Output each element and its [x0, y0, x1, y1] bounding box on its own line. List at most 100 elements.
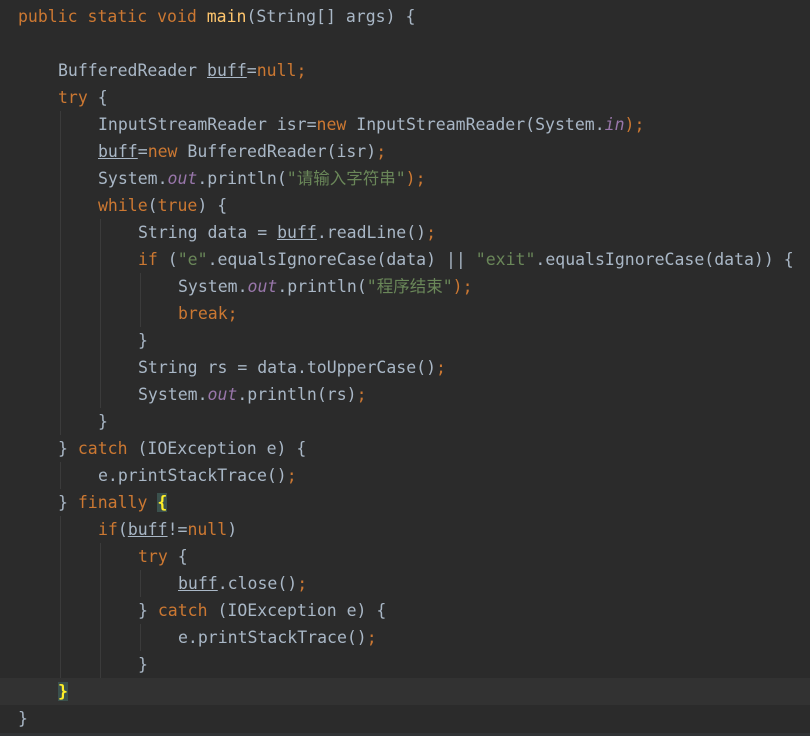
indent-guide: [60, 300, 61, 327]
code-line[interactable]: }: [0, 327, 810, 354]
code-line[interactable]: System.out.println("请输入字符串");: [0, 165, 810, 192]
code-token: out: [247, 277, 278, 296]
code-line[interactable]: } finally {: [0, 489, 810, 516]
code-line[interactable]: while(true) {: [0, 192, 810, 219]
code-text: if ("e".equalsIgnoreCase(data) || "exit"…: [138, 246, 794, 273]
indent-guide: [60, 570, 61, 597]
indent-guide: [60, 246, 61, 273]
code-editor[interactable]: public static void main(String[] args) {…: [0, 0, 810, 736]
indent-guide: [60, 624, 61, 651]
code-token: buff: [127, 520, 168, 539]
code-text: try {: [138, 543, 188, 570]
code-token: in: [604, 115, 625, 134]
code-line[interactable]: }: [0, 678, 810, 705]
code-text: }: [18, 705, 28, 732]
code-token: .equalsIgnoreCase(data) ||: [207, 250, 476, 269]
code-text: buff=new BufferedReader(isr);: [98, 138, 386, 165]
code-text: System.out.println("程序结束");: [178, 273, 473, 300]
code-token: e.printStackTrace(): [98, 466, 287, 485]
indent-guide: [60, 408, 61, 435]
code-token: }: [58, 439, 78, 458]
code-text: System.out.println(rs);: [138, 381, 367, 408]
code-line[interactable]: InputStreamReader isr=new InputStreamRea…: [0, 111, 810, 138]
code-token: "程序结束": [366, 277, 453, 296]
code-token: main: [206, 7, 247, 26]
code-line[interactable]: BufferedReader buff=null;: [0, 57, 810, 84]
indent-guide: [100, 543, 101, 570]
code-text: }: [58, 678, 68, 705]
code-text: e.printStackTrace();: [178, 624, 377, 651]
code-token: String rs = data.toUpperCase(): [138, 358, 437, 377]
code-text: try {: [58, 84, 108, 111]
code-text: }: [138, 651, 148, 678]
code-line[interactable]: public static void main(String[] args) {: [0, 3, 810, 30]
code-line[interactable]: } catch (IOException e) {: [0, 435, 810, 462]
code-token: );: [624, 115, 645, 134]
indent-guide: [60, 354, 61, 381]
code-line[interactable]: if(buff!=null): [0, 516, 810, 543]
code-line[interactable]: }: [0, 705, 810, 732]
code-token: if: [98, 520, 118, 539]
code-text: }: [98, 408, 108, 435]
code-token: try: [138, 547, 168, 566]
code-token: (IOException e) {: [127, 439, 307, 458]
code-token: =: [137, 142, 148, 161]
indent-guide: [100, 597, 101, 624]
indent-guide: [100, 651, 101, 678]
indent-guide: [60, 543, 61, 570]
indent-guide: [60, 165, 61, 192]
code-line[interactable]: System.out.println(rs);: [0, 381, 810, 408]
indent-guide: [140, 300, 141, 327]
code-line[interactable]: [0, 30, 810, 57]
code-token: .close(): [217, 574, 298, 593]
code-line[interactable]: break;: [0, 300, 810, 327]
code-text: System.out.println("请输入字符串");: [98, 165, 426, 192]
code-token: catch: [157, 601, 208, 620]
code-text: String rs = data.toUpperCase();: [138, 354, 446, 381]
code-token: break: [178, 304, 228, 323]
indent-guide: [100, 219, 101, 246]
code-token: if: [138, 250, 158, 269]
indent-guide: [60, 516, 61, 543]
code-line[interactable]: } catch (IOException e) {: [0, 597, 810, 624]
code-line[interactable]: String rs = data.toUpperCase();: [0, 354, 810, 381]
code-token: (: [157, 250, 178, 269]
code-line[interactable]: System.out.println("程序结束");: [0, 273, 810, 300]
code-token: true: [157, 196, 198, 215]
code-token: catch: [77, 439, 128, 458]
indent-guide: [60, 597, 61, 624]
code-line[interactable]: try {: [0, 84, 810, 111]
code-line[interactable]: if ("e".equalsIgnoreCase(data) || "exit"…: [0, 246, 810, 273]
indent-guide: [60, 111, 61, 138]
code-token: }: [138, 655, 148, 674]
code-text: BufferedReader buff=null;: [58, 57, 306, 84]
code-token: buff: [277, 223, 317, 242]
code-token: BufferedReader(isr): [177, 142, 377, 161]
code-text: }: [138, 327, 148, 354]
code-line[interactable]: try {: [0, 543, 810, 570]
code-text: String data = buff.readLine();: [138, 219, 436, 246]
code-token: buff: [178, 574, 218, 593]
code-token: try: [58, 88, 88, 107]
indent-guide: [100, 273, 101, 300]
code-line[interactable]: String data = buff.readLine();: [0, 219, 810, 246]
code-token: ;: [356, 385, 367, 404]
code-token: .println(: [277, 277, 367, 296]
code-line[interactable]: }: [0, 408, 810, 435]
code-text: } catch (IOException e) {: [138, 597, 386, 624]
code-line[interactable]: buff.close();: [0, 570, 810, 597]
code-line[interactable]: e.printStackTrace();: [0, 462, 810, 489]
code-token: buff: [207, 61, 247, 80]
code-token: e.printStackTrace(): [178, 628, 367, 647]
code-line[interactable]: e.printStackTrace();: [0, 624, 810, 651]
code-token: (IOException e) {: [207, 601, 387, 620]
indent-guide: [140, 570, 141, 597]
code-line[interactable]: }: [0, 651, 810, 678]
code-token: !=: [167, 520, 188, 539]
code-token: {: [167, 547, 188, 566]
code-token: String data =: [138, 223, 278, 242]
code-line[interactable]: buff=new BufferedReader(isr);: [0, 138, 810, 165]
indent-guide: [140, 273, 141, 300]
indent-guide: [60, 651, 61, 678]
